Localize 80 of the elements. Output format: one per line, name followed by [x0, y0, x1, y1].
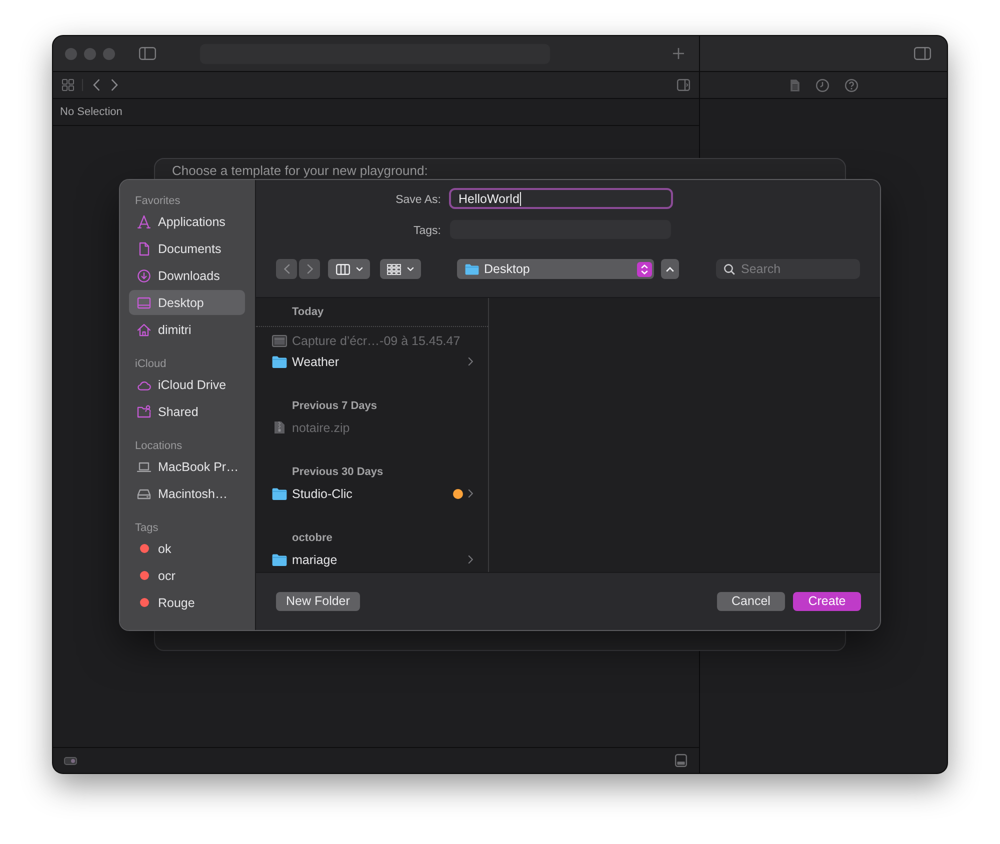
file-group-title: Previous 7 Days	[292, 400, 377, 412]
column-view-button[interactable]	[328, 259, 370, 279]
up-down-chevron-icon	[637, 262, 652, 276]
shared-folder-icon	[137, 404, 151, 418]
disk-drive-icon	[137, 486, 151, 500]
chevron-right-icon[interactable]	[111, 79, 118, 91]
file-group-title: Today	[292, 306, 324, 318]
chevron-right-icon	[468, 555, 473, 564]
sidebar-item[interactable]: ok	[129, 536, 245, 561]
folder-icon	[272, 356, 287, 368]
sidebar-item[interactable]: Macintosh…	[129, 481, 245, 506]
caret-icon	[356, 267, 362, 271]
download-icon	[137, 268, 151, 282]
sidebar-section-title: Tags	[135, 521, 158, 536]
field-label: Save As:	[396, 194, 441, 206]
navigator-title: No Selection	[60, 106, 122, 118]
sidebar-item[interactable]: Desktop	[129, 290, 245, 315]
caret-icon	[407, 267, 414, 271]
display-icon	[137, 296, 151, 310]
sidebar-section-title: iCloud	[135, 357, 166, 372]
minimize-button[interactable]	[84, 48, 96, 60]
up-button[interactable]	[661, 259, 679, 279]
image-file-icon	[272, 334, 287, 346]
grid-icon	[387, 264, 401, 274]
sidebar-item[interactable]: Downloads	[129, 263, 245, 288]
capsule-icon[interactable]	[64, 756, 77, 764]
folder-icon	[465, 264, 479, 274]
chevron-right-icon	[468, 489, 473, 498]
cancel-button[interactable]: Cancel	[717, 592, 785, 611]
bottom-panel-icon[interactable]	[675, 754, 687, 767]
sidebar-item[interactable]: iCloud Drive	[129, 372, 245, 397]
sidebar-item[interactable]: dimitri	[129, 317, 245, 342]
plus-icon[interactable]	[673, 48, 684, 59]
grid-view-button[interactable]	[380, 259, 421, 279]
file-group-title: octobre	[292, 532, 332, 544]
folder-icon	[272, 488, 287, 500]
chevron-left-icon[interactable]	[93, 79, 100, 91]
sidebar-item[interactable]: Documents	[129, 236, 245, 261]
zoom-button[interactable]	[103, 48, 115, 60]
inspector-toggle-icon[interactable]	[914, 47, 931, 60]
sidebar-item[interactable]: Applications	[129, 209, 245, 234]
chevron-right-icon	[306, 264, 312, 274]
chevron-left-icon	[284, 264, 290, 274]
a-shape-icon	[137, 214, 151, 228]
search-field[interactable]: Search	[716, 259, 860, 279]
file-row[interactable]: Studio-Clic	[256, 483, 488, 504]
field-label: Tags:	[414, 224, 441, 236]
laptop-icon	[137, 460, 151, 474]
create-button[interactable]: Create	[793, 592, 861, 611]
document-icon	[137, 242, 151, 256]
panel-icon[interactable]	[677, 79, 690, 91]
forward-button[interactable]	[299, 259, 320, 279]
sidebar-item[interactable]: MacBook Pr…	[129, 454, 245, 479]
columns-icon	[336, 264, 350, 274]
sidebar-item[interactable]: Rouge	[129, 590, 245, 615]
archive-file-icon	[274, 421, 285, 434]
file-group-title: Previous 30 Days	[292, 466, 384, 478]
sidebar-item[interactable]: Shared	[129, 399, 245, 424]
sidebar-item[interactable]: ocr	[129, 563, 245, 588]
file-row[interactable]: mariage	[256, 549, 488, 570]
template-prompt: Choose a template for your new playground:	[172, 163, 428, 178]
document-icon[interactable]	[790, 78, 800, 92]
search-icon	[724, 264, 735, 274]
sidebar-section-title: Locations	[135, 439, 182, 454]
text-cursor-icon	[520, 192, 522, 206]
clock-icon[interactable]	[816, 78, 829, 92]
save-as-field[interactable]: HelloWorld	[449, 188, 673, 209]
back-button[interactable]	[276, 259, 297, 279]
new-folder-button[interactable]: New Folder	[276, 592, 360, 611]
house-icon	[137, 322, 151, 336]
file-row[interactable]: Weather	[256, 351, 488, 372]
sidebar-section-title: Favorites	[135, 194, 180, 209]
chevron-right-icon	[468, 357, 473, 366]
grid-icon[interactable]	[62, 79, 74, 91]
folder-icon	[272, 554, 287, 566]
chevron-up-icon	[666, 266, 674, 272]
close-button[interactable]	[65, 48, 77, 60]
help-icon[interactable]	[845, 78, 858, 92]
location-popup[interactable]: Desktop	[457, 259, 654, 279]
sidebar-toggle-icon[interactable]	[139, 47, 156, 60]
